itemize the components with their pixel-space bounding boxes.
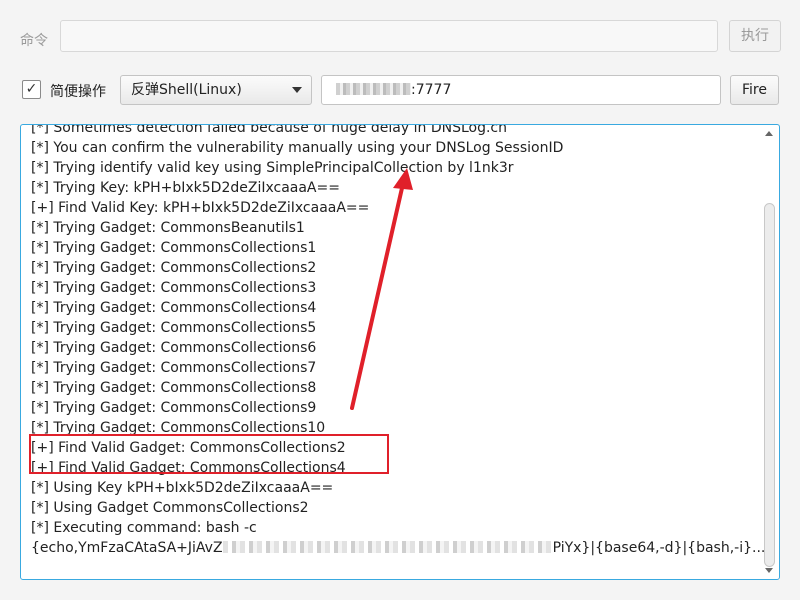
annotation-arrow-shaft (350, 186, 404, 410)
annotation-arrow (350, 168, 413, 410)
annotation-arrow-head (393, 168, 413, 190)
